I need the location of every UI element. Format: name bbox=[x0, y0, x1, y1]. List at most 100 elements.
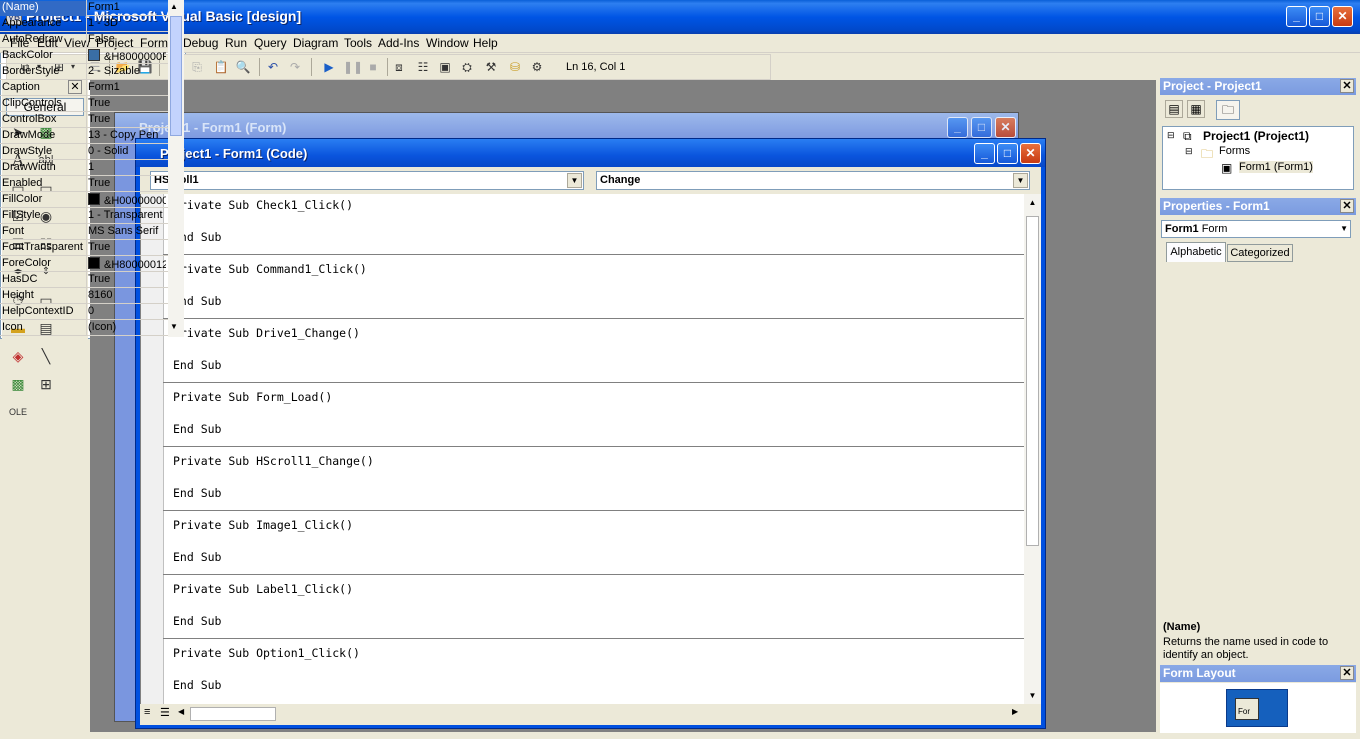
property-row[interactable]: Caption Form1 bbox=[0, 80, 168, 96]
property-row[interactable]: Icon (Icon) bbox=[0, 320, 168, 336]
menu-run[interactable]: Run bbox=[225, 36, 247, 50]
property-value[interactable]: True bbox=[88, 113, 166, 125]
paste-icon[interactable]: 📋 bbox=[213, 59, 229, 75]
procedure-combobox[interactable]: Change ▼ bbox=[596, 171, 1030, 190]
property-row[interactable]: (Name) Form1 bbox=[0, 0, 168, 16]
tree-forms-folder[interactable]: Forms bbox=[1219, 145, 1250, 157]
menu-diagram[interactable]: Diagram bbox=[293, 36, 338, 50]
code-line-sub[interactable]: Private Sub Check1_Click() bbox=[173, 198, 353, 212]
scroll-down-icon[interactable]: ▼ bbox=[170, 322, 178, 331]
view-object-icon[interactable]: ▦ bbox=[1187, 100, 1205, 118]
code-line-sub[interactable]: Private Sub HScroll1_Change() bbox=[173, 454, 374, 468]
property-value[interactable]: (Icon) bbox=[88, 321, 166, 333]
project-panel-close-icon[interactable]: ✕ bbox=[1340, 79, 1354, 93]
menu-help[interactable]: Help bbox=[473, 36, 498, 50]
toolbox-icon[interactable]: ⚒ bbox=[483, 59, 499, 75]
property-value[interactable]: True bbox=[88, 177, 166, 189]
minimize-button[interactable]: _ bbox=[1286, 6, 1307, 27]
data-view-icon[interactable]: ⛁ bbox=[507, 59, 523, 75]
form-window-titlebar[interactable]: Project1 - Form1 (Form) _ □ ✕ bbox=[115, 113, 1018, 141]
line-tool-icon[interactable]: ╲ bbox=[34, 344, 58, 368]
property-value[interactable]: 8160 bbox=[88, 289, 166, 301]
code-line-sub[interactable]: Private Sub Command1_Click() bbox=[173, 262, 367, 276]
form-layout-icon[interactable]: ▣ bbox=[437, 59, 453, 75]
code-line-end-sub[interactable]: End Sub bbox=[173, 550, 221, 564]
properties-panel-close-icon[interactable]: ✕ bbox=[1340, 199, 1354, 213]
view-code-icon[interactable]: ▤ bbox=[1165, 100, 1183, 118]
property-row[interactable]: HelpContextID 0 bbox=[0, 304, 168, 320]
property-row[interactable]: Height 8160 bbox=[0, 288, 168, 304]
menu-window[interactable]: Window bbox=[426, 36, 469, 50]
full-module-view-icon[interactable]: ☰ bbox=[160, 706, 170, 719]
property-value[interactable]: Form1 bbox=[88, 1, 166, 13]
code-window-titlebar[interactable]: Project1 - Form1 (Code) _ □ ✕ bbox=[136, 139, 1045, 167]
property-value[interactable]: MS Sans Serif bbox=[88, 225, 166, 237]
undo-icon[interactable]: ↶ bbox=[265, 59, 281, 75]
code-line-end-sub[interactable]: End Sub bbox=[173, 486, 221, 500]
property-value[interactable]: Form1 bbox=[88, 81, 166, 93]
project-explorer-icon[interactable]: ⧈ bbox=[391, 59, 407, 75]
code-line-end-sub[interactable]: End Sub bbox=[173, 678, 221, 692]
property-value[interactable]: True bbox=[88, 97, 166, 109]
property-row[interactable]: BorderStyle 2 - Sizable bbox=[0, 64, 168, 80]
property-row[interactable]: ControlBox True bbox=[0, 112, 168, 128]
property-row[interactable]: BackColor &H8000000F bbox=[0, 48, 168, 64]
tree-collapse-icon[interactable]: ⊟ bbox=[1167, 130, 1175, 141]
tree-project-root[interactable]: Project1 (Project1) bbox=[1203, 129, 1309, 143]
redo-icon[interactable]: ↷ bbox=[287, 59, 303, 75]
find-icon[interactable]: 🔍 bbox=[235, 59, 251, 75]
code-vertical-scrollbar[interactable]: ▲ ▼ bbox=[1024, 194, 1041, 704]
form-minimize-button[interactable]: _ bbox=[947, 117, 968, 138]
scroll-up-icon[interactable]: ▲ bbox=[170, 2, 178, 11]
properties-panel-titlebar[interactable]: Properties - Form1 ✕ bbox=[1160, 198, 1356, 215]
data-tool-icon[interactable]: ⊞ bbox=[34, 372, 58, 396]
menu-addins[interactable]: Add-Ins bbox=[378, 36, 419, 50]
code-editor[interactable]: Private Sub Check1_Click() End Sub Private… bbox=[140, 194, 1025, 704]
property-value[interactable]: 13 - Copy Pen bbox=[88, 129, 166, 141]
toggle-folders-icon[interactable]: 🗀 bbox=[1216, 100, 1240, 120]
object-selector[interactable]: Form1 Form ▼ bbox=[1161, 220, 1351, 238]
close-button[interactable]: ✕ bbox=[1332, 6, 1353, 27]
properties-scroll-thumb[interactable] bbox=[170, 16, 182, 136]
code-line-sub[interactable]: Private Sub Drive1_Change() bbox=[173, 326, 360, 340]
menu-query[interactable]: Query bbox=[254, 36, 287, 50]
tab-alphabetic[interactable]: Alphabetic bbox=[1166, 242, 1226, 262]
scroll-right-icon[interactable]: ▶ bbox=[1012, 707, 1018, 716]
horizontal-scroll-thumb[interactable] bbox=[190, 707, 276, 721]
scroll-down-icon[interactable]: ▼ bbox=[1025, 688, 1040, 703]
code-maximize-button[interactable]: □ bbox=[997, 143, 1018, 164]
property-row[interactable]: FontTransparent True bbox=[0, 240, 168, 256]
code-line-sub[interactable]: Private Sub Form_Load() bbox=[173, 390, 332, 404]
property-row[interactable]: HasDC True bbox=[0, 272, 168, 288]
form-maximize-button[interactable]: □ bbox=[971, 117, 992, 138]
chevron-down-icon[interactable]: ▼ bbox=[1340, 221, 1348, 237]
property-value[interactable]: 1 - 3D bbox=[88, 17, 166, 29]
property-row[interactable]: Enabled True bbox=[0, 176, 168, 192]
menu-debug[interactable]: Debug bbox=[183, 36, 218, 50]
form-layout-titlebar[interactable]: Form Layout ✕ bbox=[1160, 665, 1356, 682]
object-browser-icon[interactable]: ⛭ bbox=[459, 59, 475, 75]
property-value[interactable]: 1 - Transparent bbox=[88, 209, 166, 221]
code-line-sub[interactable]: Private Sub Option1_Click() bbox=[173, 646, 360, 660]
property-row[interactable]: ForeColor &H80000012 bbox=[0, 256, 168, 272]
property-row[interactable]: DrawStyle 0 - Solid bbox=[0, 144, 168, 160]
property-row[interactable]: FillStyle 1 - Transparent bbox=[0, 208, 168, 224]
property-value[interactable]: &H00000000 bbox=[88, 193, 166, 207]
property-value[interactable]: 2 - Sizable bbox=[88, 65, 166, 77]
property-value[interactable]: 0 - Solid bbox=[88, 145, 166, 157]
properties-scrollbar[interactable]: ▲ ▼ bbox=[168, 0, 184, 337]
vertical-scroll-thumb[interactable] bbox=[1026, 216, 1039, 546]
chevron-down-icon[interactable]: ▼ bbox=[1013, 173, 1028, 188]
end-icon[interactable]: ■ bbox=[365, 59, 381, 75]
form-layout-close-icon[interactable]: ✕ bbox=[1340, 666, 1354, 680]
project-panel-titlebar[interactable]: Project - Project1 ✕ bbox=[1160, 78, 1356, 95]
code-line-sub[interactable]: Private Sub Label1_Click() bbox=[173, 582, 353, 596]
property-value[interactable]: &H80000012 bbox=[88, 257, 166, 271]
scroll-left-icon[interactable]: ◀ bbox=[178, 707, 184, 716]
property-value[interactable]: True bbox=[88, 241, 166, 253]
code-line-end-sub[interactable]: End Sub bbox=[173, 614, 221, 628]
property-value[interactable]: False bbox=[88, 33, 166, 45]
copy-icon[interactable]: ⎘ bbox=[189, 59, 205, 75]
properties-grid[interactable]: (Name) Form1 Appearance 1 - 3D AutoRedraw Fal… bbox=[0, 0, 186, 339]
code-close-button[interactable]: ✕ bbox=[1020, 143, 1041, 164]
